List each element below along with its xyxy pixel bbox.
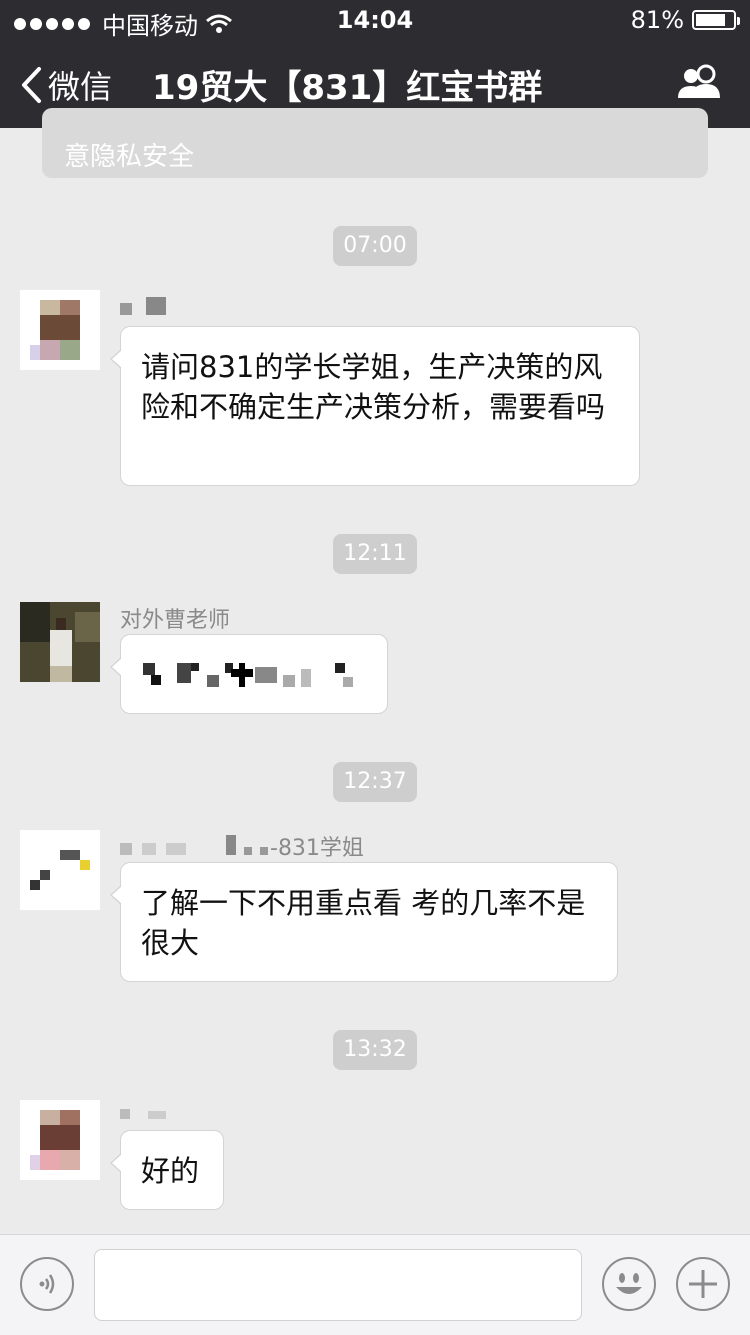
notice-text: 意隐私安全: [64, 142, 195, 172]
sender-name: [120, 1100, 166, 1125]
group-members-icon: [678, 64, 720, 98]
emoji-icon: [616, 1273, 642, 1294]
chevron-left-icon: [22, 67, 41, 103]
message-timestamp: 12:37: [333, 762, 417, 802]
group-members-button[interactable]: [676, 64, 724, 104]
status-bar: 中国移动 14:04 81%: [0, 0, 750, 40]
back-label: 微信: [48, 68, 113, 106]
message-input[interactable]: [94, 1249, 582, 1321]
message-bubble[interactable]: 请问831的学长学姐，生产决策的风险和不确定生产决策分析，需要看吗: [110, 326, 640, 486]
emoji-button[interactable]: [602, 1257, 656, 1311]
battery-percent: 81%: [630, 6, 684, 34]
privacy-notice: 意隐私安全: [42, 108, 708, 178]
message-timestamp: 12:11: [333, 534, 417, 574]
avatar[interactable]: [20, 602, 100, 682]
message-bubble[interactable]: 好的: [110, 1130, 224, 1210]
plus-icon: [689, 1270, 717, 1298]
sender-name: -831学姐: [120, 830, 364, 862]
more-button[interactable]: [676, 1257, 730, 1311]
avatar[interactable]: [20, 290, 100, 370]
voice-button[interactable]: [20, 1257, 74, 1311]
message-timestamp: 07:00: [333, 226, 417, 266]
voice-icon: [39, 1274, 55, 1294]
battery-icon: [692, 10, 740, 30]
avatar[interactable]: [20, 830, 100, 910]
back-button[interactable]: 微信: [20, 62, 112, 108]
avatar[interactable]: [20, 1100, 100, 1180]
message-bubble[interactable]: 了解一下不用重点看 考的几率不是很大: [110, 862, 618, 982]
chat-title: 19贸大【831】红宝书群: [152, 68, 543, 108]
sender-name: 对外曹老师: [120, 608, 231, 633]
sender-label: -831学姐: [270, 836, 364, 861]
censored-text: [143, 663, 363, 687]
sender-name: [120, 296, 166, 321]
message-bubble[interactable]: [110, 634, 388, 714]
message-timestamp: 13:32: [333, 1030, 417, 1070]
input-toolbar: [0, 1234, 750, 1335]
